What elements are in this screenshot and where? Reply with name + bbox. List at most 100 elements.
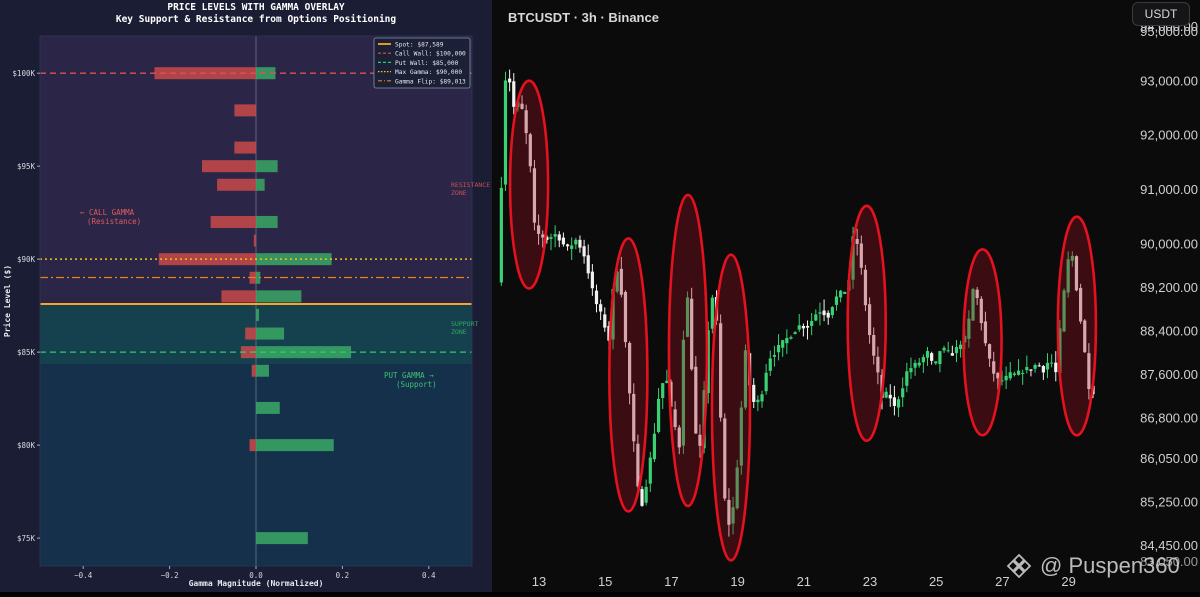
candle-down bbox=[950, 353, 954, 356]
highlight-ellipse bbox=[710, 253, 752, 562]
y-tick-label: $80K bbox=[17, 441, 36, 450]
price-axis-label: 93,000.00 bbox=[1140, 73, 1198, 88]
price-axis-label: 92,000.00 bbox=[1140, 128, 1198, 143]
highlight-ellipse bbox=[962, 247, 1003, 437]
put-gamma-bar bbox=[256, 327, 285, 340]
candle-up bbox=[1045, 362, 1050, 370]
candle-up bbox=[959, 344, 963, 350]
candle-up bbox=[797, 325, 801, 330]
candle-up bbox=[781, 340, 785, 348]
x-axis-label: Gamma Magnitude (Normalized) bbox=[189, 578, 324, 588]
call-gamma-annotation-sub: (Resistance) bbox=[87, 217, 141, 226]
price-axis-label: 86,050.00 bbox=[1140, 451, 1198, 466]
put-gamma-annotation-sub: (Support) bbox=[396, 380, 437, 389]
candle-up bbox=[776, 345, 781, 353]
candle-up bbox=[665, 380, 669, 384]
date-axis-label: 15 bbox=[598, 574, 612, 589]
candle-down bbox=[582, 246, 586, 257]
candle-up bbox=[648, 457, 652, 484]
candle-up bbox=[896, 399, 901, 408]
candle-up bbox=[901, 388, 905, 398]
call-gamma-bar bbox=[217, 178, 256, 191]
legend-label: Spot: $87,589 bbox=[395, 42, 444, 49]
call-gamma-bar bbox=[251, 364, 256, 377]
candle-down bbox=[603, 314, 607, 328]
date-axis-label: 17 bbox=[664, 574, 678, 589]
candle-up bbox=[1012, 373, 1016, 375]
candle-up bbox=[760, 394, 764, 402]
put-gamma-annotation: PUT GAMMA → bbox=[384, 371, 434, 380]
highlight-ellipse bbox=[1056, 215, 1098, 437]
candle-up bbox=[503, 80, 508, 185]
candle-up bbox=[917, 362, 921, 366]
candle-up bbox=[839, 290, 843, 298]
date-axis-label: 25 bbox=[929, 574, 943, 589]
x-tick-label: −0.2 bbox=[161, 571, 179, 580]
candle-up bbox=[652, 433, 657, 460]
candle-down bbox=[590, 271, 594, 289]
y-tick-label: $75K bbox=[17, 534, 36, 543]
candle-down bbox=[1037, 365, 1041, 367]
price-axis-label: 91,000.00 bbox=[1140, 182, 1198, 197]
candle-up bbox=[756, 399, 760, 403]
candle-up bbox=[499, 187, 503, 283]
call-gamma-bar bbox=[210, 215, 256, 228]
candle-down bbox=[1029, 369, 1033, 371]
gamma-chart-svg: PRICE LEVELS WITH GAMMA OVERLAYKey Suppo… bbox=[2, 2, 490, 588]
candle-up bbox=[789, 337, 793, 339]
candle-up bbox=[661, 383, 665, 399]
put-gamma-bar bbox=[256, 364, 269, 377]
support-zone-label-2: ZONE bbox=[451, 328, 467, 336]
call-gamma-annotation: ← CALL GAMMA bbox=[80, 208, 135, 217]
candle-down bbox=[826, 312, 830, 318]
candle-down bbox=[557, 234, 561, 241]
candle-up bbox=[1050, 362, 1054, 364]
chart-subtitle: Key Support & Resistance from Options Po… bbox=[116, 14, 397, 25]
date-axis-label: 23 bbox=[863, 574, 877, 589]
candle-down bbox=[640, 489, 644, 506]
highlight-ellipse bbox=[508, 79, 550, 290]
call-gamma-bar bbox=[234, 104, 256, 117]
price-axis-label: 95,000.00 bbox=[1140, 24, 1198, 39]
candles bbox=[499, 69, 1095, 537]
put-gamma-bar bbox=[256, 439, 334, 452]
y-tick-label: $90K bbox=[17, 255, 36, 264]
resistance-zone-label-2: ZONE bbox=[451, 189, 467, 197]
currency-selector-button[interactable]: USDT bbox=[1132, 2, 1190, 26]
candle-up bbox=[954, 347, 959, 354]
price-chart-svg[interactable]: BTCUSDT · 3h · Binance 84,450.00 85,250.00… bbox=[492, 0, 1200, 592]
candle-up bbox=[553, 234, 557, 237]
candle-up bbox=[1004, 375, 1008, 381]
legend-label: Max Gamma: $90,000 bbox=[395, 69, 462, 76]
highlight-ellipse bbox=[846, 204, 887, 443]
price-axis-label: 90,000.00 bbox=[1140, 236, 1198, 251]
candle-down bbox=[805, 325, 810, 328]
candle-down bbox=[822, 310, 826, 316]
candle-up bbox=[1025, 367, 1029, 371]
candle-up bbox=[934, 361, 938, 364]
y-tick-label: $100K bbox=[12, 69, 35, 78]
put-gamma-bar bbox=[256, 215, 278, 228]
binance-logo-icon bbox=[1006, 553, 1032, 579]
candle-down bbox=[599, 304, 603, 312]
candle-up bbox=[810, 321, 814, 326]
legend: Spot: $87,589 Call Wall: $100,000 Put Wall… bbox=[373, 37, 471, 89]
candle-up bbox=[785, 337, 789, 344]
candle-up bbox=[938, 351, 942, 365]
candle-up bbox=[574, 239, 578, 245]
price-axis-label: 89,200.00 bbox=[1140, 280, 1198, 295]
legend-label: Gamma Flip: $89,013 bbox=[395, 78, 466, 85]
watermark-text: @ Puspen360 bbox=[1040, 553, 1180, 578]
candle-up bbox=[921, 357, 925, 363]
watermark: @ Puspen360 bbox=[1006, 552, 1180, 580]
candle-up bbox=[656, 398, 661, 432]
candle-up bbox=[905, 371, 909, 386]
candle-down bbox=[578, 239, 582, 248]
call-gamma-bar bbox=[245, 327, 256, 340]
candle-up bbox=[772, 355, 777, 357]
legend-label: Call Wall: $100,000 bbox=[395, 51, 466, 58]
candle-up bbox=[834, 296, 839, 305]
candle-up bbox=[946, 350, 950, 352]
put-gamma-bar bbox=[256, 178, 265, 191]
candle-up bbox=[818, 312, 822, 314]
